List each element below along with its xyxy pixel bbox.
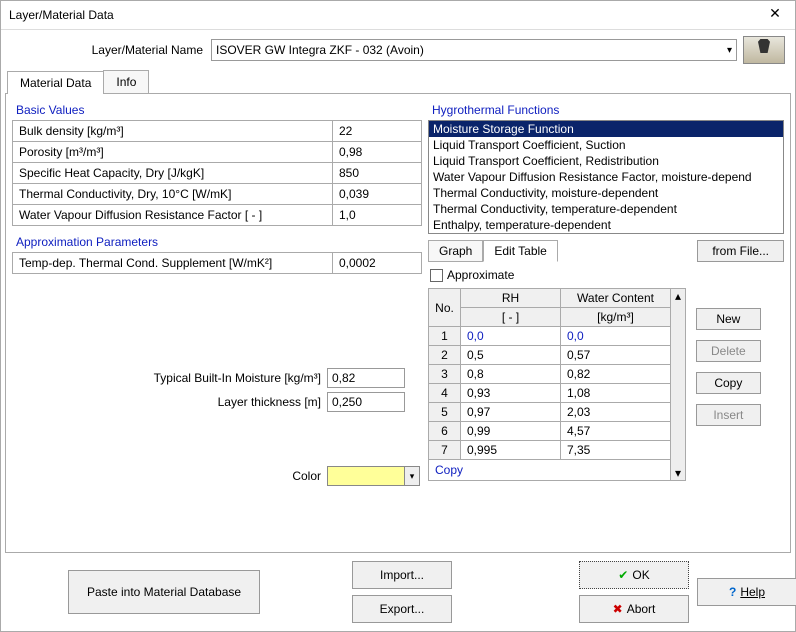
insert-button[interactable]: Insert [696, 404, 761, 426]
bv-label-4: Water Vapour Diffusion Resistance Factor… [13, 205, 333, 226]
material-name-value: ISOVER GW Integra ZKF - 032 (Avoin) [216, 43, 424, 57]
scroll-down-icon[interactable]: ▾ [675, 466, 681, 480]
moisture-input[interactable] [327, 368, 405, 388]
import-button[interactable]: Import... [352, 561, 452, 589]
cell-rh[interactable]: 0,99 [461, 422, 561, 441]
grid-scrollbar[interactable]: ▴ ▾ [670, 288, 686, 481]
thickness-input[interactable] [327, 392, 405, 412]
window-title: Layer/Material Data [9, 8, 114, 22]
row-n: 1 [429, 327, 461, 346]
paste-db-button[interactable]: Paste into Material Database [68, 570, 260, 614]
cell-wc[interactable]: 7,35 [561, 441, 671, 460]
help-button[interactable]: Help [697, 578, 796, 606]
bv-val-0[interactable]: 22 [333, 121, 422, 142]
row-n: 4 [429, 384, 461, 403]
hygro-item-0[interactable]: Moisture Storage Function [429, 121, 783, 137]
export-button[interactable]: Export... [352, 595, 452, 623]
hygro-item-4[interactable]: Thermal Conductivity, moisture-dependent [429, 185, 783, 201]
hygro-item-3[interactable]: Water Vapour Diffusion Resistance Factor… [429, 169, 783, 185]
cell-rh[interactable]: 0,93 [461, 384, 561, 403]
col-wc: Water Content [561, 289, 671, 308]
hygro-item-5[interactable]: Thermal Conductivity, temperature-depend… [429, 201, 783, 217]
cell-rh[interactable]: 0,97 [461, 403, 561, 422]
cell-wc[interactable]: 0,0 [561, 327, 671, 346]
grid-copy-label[interactable]: Copy [428, 460, 671, 481]
right-column: Hygrothermal Functions Moisture Storage … [422, 100, 784, 546]
approx-title: Approximation Parameters [12, 232, 422, 252]
tab-material-data[interactable]: Material Data [7, 71, 104, 94]
cell-wc[interactable]: 1,08 [561, 384, 671, 403]
material-thumbnail[interactable] [743, 36, 785, 64]
new-button[interactable]: New [696, 308, 761, 330]
subtab-edit-table[interactable]: Edit Table [483, 240, 557, 262]
titlebar: Layer/Material Data ✕ [1, 1, 795, 30]
thickness-label: Layer thickness [m] [12, 395, 327, 409]
col-wc-unit: [kg/m³] [561, 308, 671, 327]
approx-table: Temp-dep. Thermal Cond. Supplement [W/mK… [12, 252, 422, 274]
ap-label-0: Temp-dep. Thermal Cond. Supplement [W/mK… [13, 253, 333, 274]
scroll-up-icon[interactable]: ▴ [675, 289, 681, 303]
bv-val-2[interactable]: 850 [333, 163, 422, 184]
subtab-graph[interactable]: Graph [428, 240, 483, 262]
col-rh: RH [461, 289, 561, 308]
row-n: 3 [429, 365, 461, 384]
row-n: 7 [429, 441, 461, 460]
bv-val-3[interactable]: 0,039 [333, 184, 422, 205]
hygro-title: Hygrothermal Functions [428, 100, 784, 120]
copy-button[interactable]: Copy [696, 372, 761, 394]
main-tabs: Material Data Info [1, 70, 795, 93]
side-buttons: New Delete Copy Insert [696, 308, 761, 481]
name-row: Layer/Material Name ISOVER GW Integra ZK… [1, 30, 795, 70]
row-n: 2 [429, 346, 461, 365]
material-name-combo[interactable]: ISOVER GW Integra ZKF - 032 (Avoin) ▾ [211, 39, 737, 61]
cell-wc[interactable]: 2,03 [561, 403, 671, 422]
cell-rh[interactable]: 0,8 [461, 365, 561, 384]
bv-val-4[interactable]: 1,0 [333, 205, 422, 226]
cell-wc[interactable]: 0,82 [561, 365, 671, 384]
cell-rh[interactable]: 0,0 [461, 327, 561, 346]
delete-button[interactable]: Delete [696, 340, 761, 362]
grid-wrap: No. RH Water Content [ - ] [kg/m³] 10,00… [428, 288, 784, 481]
footer: Paste into Material Database Import... E… [1, 553, 795, 631]
color-swatch[interactable] [327, 466, 405, 486]
hygro-function-list[interactable]: Moisture Storage Function Liquid Transpo… [428, 120, 784, 234]
data-grid[interactable]: No. RH Water Content [ - ] [kg/m³] 10,00… [428, 288, 671, 460]
col-no: No. [429, 289, 461, 327]
bv-label-3: Thermal Conductivity, Dry, 10°C [W/mK] [13, 184, 333, 205]
color-label: Color [12, 469, 327, 483]
row-n: 6 [429, 422, 461, 441]
hygro-item-1[interactable]: Liquid Transport Coefficient, Suction [429, 137, 783, 153]
color-dropdown-button[interactable]: ▾ [404, 466, 420, 486]
tab-body: Basic Values Bulk density [kg/m³]22 Poro… [5, 93, 791, 553]
tab-info[interactable]: Info [103, 70, 149, 93]
moisture-label: Typical Built-In Moisture [kg/m³] [12, 371, 327, 385]
close-icon[interactable]: ✕ [763, 5, 787, 25]
bv-label-0: Bulk density [kg/m³] [13, 121, 333, 142]
subtabs: Graph Edit Table from File... [428, 240, 784, 262]
hygro-item-2[interactable]: Liquid Transport Coefficient, Redistribu… [429, 153, 783, 169]
cell-wc[interactable]: 0,57 [561, 346, 671, 365]
col-rh-unit: [ - ] [461, 308, 561, 327]
from-file-button[interactable]: from File... [697, 240, 784, 262]
basic-values-table: Bulk density [kg/m³]22 Porosity [m³/m³]0… [12, 120, 422, 226]
material-name-label: Layer/Material Name [11, 43, 211, 57]
bv-val-1[interactable]: 0,98 [333, 142, 422, 163]
approximate-label: Approximate [447, 268, 514, 282]
bv-label-2: Specific Heat Capacity, Dry [J/kgK] [13, 163, 333, 184]
cell-rh[interactable]: 0,995 [461, 441, 561, 460]
cell-rh[interactable]: 0,5 [461, 346, 561, 365]
abort-button[interactable]: Abort [579, 595, 689, 623]
ap-val-0[interactable]: 0,0002 [333, 253, 422, 274]
cell-wc[interactable]: 4,57 [561, 422, 671, 441]
ok-button[interactable]: OK [579, 561, 689, 589]
window: Layer/Material Data ✕ Layer/Material Nam… [0, 0, 796, 632]
approximate-checkbox[interactable]: Approximate [430, 268, 782, 282]
bv-label-1: Porosity [m³/m³] [13, 142, 333, 163]
basic-values-title: Basic Values [12, 100, 422, 120]
left-column: Basic Values Bulk density [kg/m³]22 Poro… [12, 100, 422, 546]
hygro-item-6[interactable]: Enthalpy, temperature-dependent [429, 217, 783, 233]
chevron-down-icon: ▾ [727, 45, 732, 56]
checkbox-icon [430, 269, 443, 282]
row-n: 5 [429, 403, 461, 422]
